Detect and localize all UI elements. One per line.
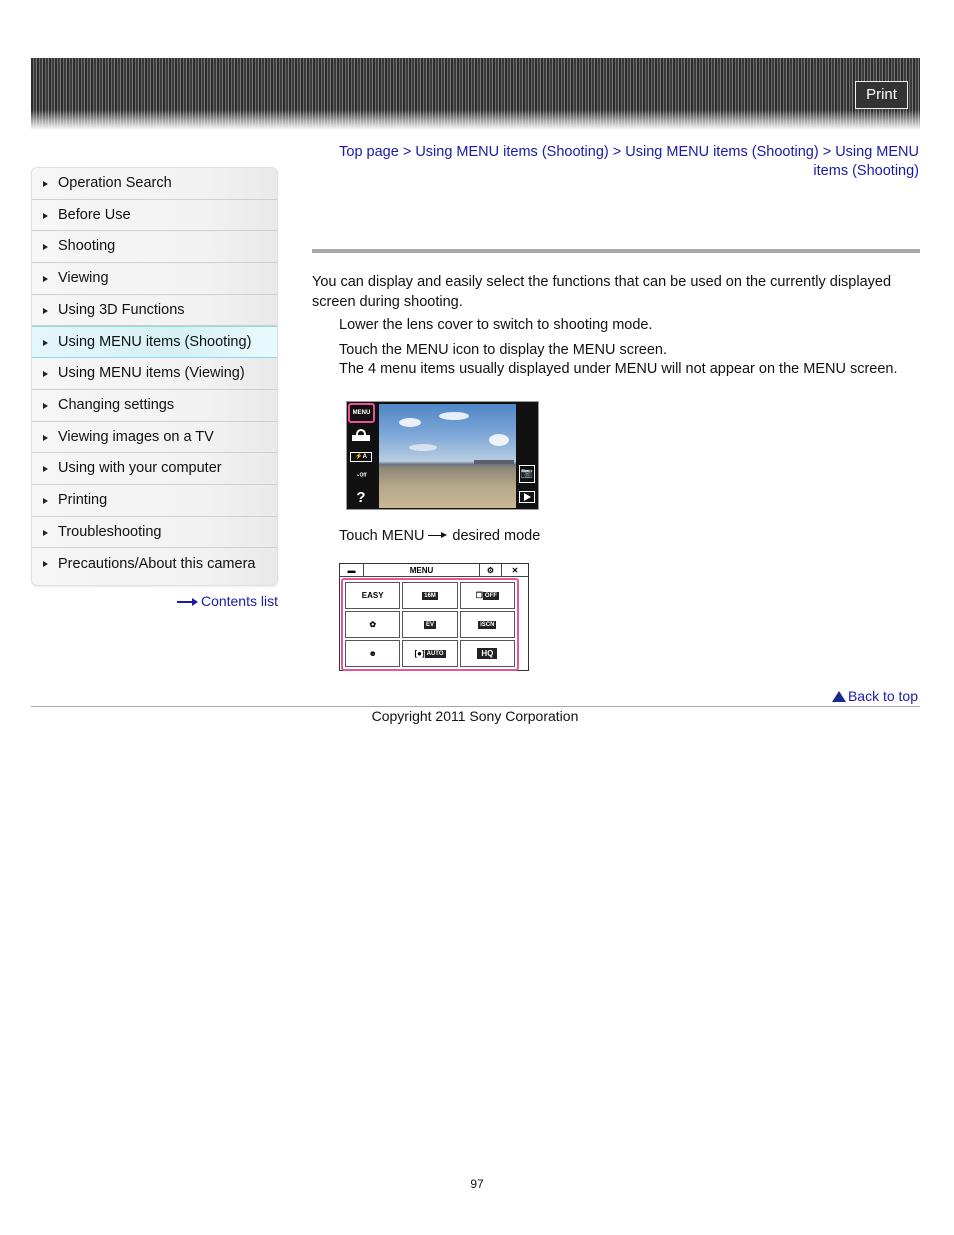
sidebar-item-label: Precautions/About this camera bbox=[58, 556, 256, 573]
step-3-suffix: desired mode bbox=[452, 528, 541, 544]
caret-right-icon bbox=[43, 340, 48, 347]
menu-tile-face-auto: [●] AUTO bbox=[402, 640, 458, 667]
caret-right-icon bbox=[43, 497, 48, 504]
caret-right-icon bbox=[43, 529, 48, 536]
triangle-up-icon bbox=[831, 691, 846, 702]
footer-divider bbox=[31, 706, 920, 707]
caret-right-icon bbox=[43, 181, 48, 187]
menu-screen-topbar: ▬ MENU ⚙ ✕ bbox=[340, 564, 528, 577]
menu-tile-burst-off: ❐ OFF bbox=[459, 582, 515, 609]
sidebar-item-using-menu-items-shooting[interactable]: Using MENU items (Shooting) bbox=[32, 326, 277, 359]
camera-screen-illustration: MENU ⚡A ◔ᴼᶠᶠ ? 📷 bbox=[346, 401, 539, 510]
sidebar-item-label: Troubleshooting bbox=[58, 523, 162, 540]
caret-right-icon bbox=[43, 307, 48, 314]
menu-screen-title: MENU bbox=[364, 564, 480, 577]
sidebar-item-label: Using 3D Functions bbox=[58, 301, 185, 318]
left-icon-bar: MENU ⚡A ◔ᴼᶠᶠ ? bbox=[347, 402, 377, 509]
breadcrumb-item-menu-shooting-2[interactable]: Using MENU items (Shooting) bbox=[625, 144, 818, 160]
sidebar-item-label: Operation Search bbox=[58, 175, 172, 191]
back-to-top-label: Back to top bbox=[847, 688, 918, 704]
menu-tile-easy: EASY bbox=[345, 582, 401, 609]
sidebar-item-troubleshooting[interactable]: Troubleshooting bbox=[32, 516, 277, 549]
sidebar-item-label: Before Use bbox=[58, 206, 131, 223]
copyright-text: Copyright 2011 Sony Corporation bbox=[371, 708, 579, 724]
caret-right-icon bbox=[43, 244, 48, 251]
menu-tile-ev: EV bbox=[402, 611, 458, 638]
sidebar-item-viewing[interactable]: Viewing bbox=[32, 263, 277, 295]
menu-tile-grid: EASY 16M ❐ OFF ✿ EV iSCN ☻ [●] AUTO HQ bbox=[341, 578, 519, 671]
title-divider bbox=[312, 249, 920, 253]
back-to-top-link[interactable]: Back to top bbox=[831, 688, 918, 704]
menu-tile-hq: HQ bbox=[459, 640, 515, 667]
step-3-prefix: Touch MENU bbox=[339, 528, 425, 544]
sidebar-item-using-with-your-computer[interactable]: Using with your computer bbox=[32, 453, 277, 485]
sidebar-item-label: Using MENU items (Shooting) bbox=[58, 334, 252, 351]
menu-screen-illustration: ▬ MENU ⚙ ✕ EASY 16M ❐ OFF ✿ EV iSCN ☻ [●]… bbox=[339, 563, 529, 671]
sidebar-item-using-3d-functions[interactable]: Using 3D Functions bbox=[32, 294, 277, 327]
caret-right-icon bbox=[43, 212, 48, 219]
sidebar-item-shooting[interactable]: Shooting bbox=[32, 231, 277, 264]
settings-gear-icon: ⚙ bbox=[480, 564, 502, 577]
breadcrumb-separator: > bbox=[612, 144, 622, 160]
sidebar-item-label: Viewing images on a TV bbox=[58, 428, 214, 445]
toolbox-icon: ▬ bbox=[340, 564, 364, 577]
close-icon: ✕ bbox=[511, 566, 519, 575]
caret-right-icon bbox=[43, 402, 48, 409]
menu-tile-iscn: iSCN bbox=[459, 611, 515, 638]
self-timer-off-icon: ◔ᴼᶠᶠ bbox=[355, 473, 367, 480]
sidebar-item-before-use[interactable]: Before Use bbox=[32, 199, 277, 232]
right-icon-bar: 📷 bbox=[516, 402, 538, 509]
help-icon: ? bbox=[356, 489, 366, 506]
step-1-text: Lower the lens cover to switch to shooti… bbox=[339, 317, 653, 333]
breadcrumb: Top page > Using MENU items (Shooting) >… bbox=[312, 143, 919, 181]
flash-auto-icon: ⚡A bbox=[350, 452, 372, 462]
header-banner: Print bbox=[31, 58, 920, 130]
sidebar-item-label: Printing bbox=[58, 491, 108, 508]
contents-list-label: Contents list bbox=[200, 593, 278, 609]
contents-list-link[interactable]: Contents list bbox=[176, 593, 278, 609]
sidebar-item-label: Shooting bbox=[58, 238, 116, 255]
menu-tile-smile-icon: ☻ bbox=[345, 640, 401, 667]
beach-scene-image bbox=[379, 404, 518, 508]
breadcrumb-separator: > bbox=[822, 144, 832, 160]
sidebar-item-viewing-images-on-a-tv[interactable]: Viewing images on a TV bbox=[32, 421, 277, 454]
menu-tile-macro-icon: ✿ bbox=[345, 611, 401, 638]
print-button[interactable]: Print bbox=[855, 81, 908, 109]
sidebar-item-changing-settings[interactable]: Changing settings bbox=[32, 389, 277, 422]
playback-icon bbox=[519, 491, 535, 503]
caret-right-icon bbox=[43, 371, 48, 378]
step-2-note: The 4 menu items usually displayed under… bbox=[339, 361, 898, 377]
iso-icon bbox=[350, 429, 372, 443]
caret-right-icon bbox=[43, 276, 48, 283]
sidebar-item-label: Changing settings bbox=[58, 396, 175, 413]
sidebar-item-printing[interactable]: Printing bbox=[32, 484, 277, 517]
step-2-text: Touch the MENU icon to display the MENU … bbox=[339, 342, 667, 358]
caret-right-icon bbox=[43, 434, 48, 441]
caret-right-icon bbox=[43, 561, 48, 568]
arrow-right-icon bbox=[428, 531, 448, 541]
sidebar-item-operation-search[interactable]: Operation Search bbox=[32, 168, 277, 200]
sidebar-item-label: Using MENU items (Viewing) bbox=[58, 365, 245, 382]
shooting-mode-icon: 📷 bbox=[519, 465, 535, 483]
caret-right-icon bbox=[43, 466, 48, 473]
breadcrumb-item-menu-shooting-1[interactable]: Using MENU items (Shooting) bbox=[415, 144, 608, 160]
menu-tile-image-size: 16M bbox=[402, 582, 458, 609]
sidebar-item-label: Viewing bbox=[58, 270, 109, 287]
breadcrumb-separator: > bbox=[402, 144, 412, 160]
sidebar-item-precautions-about-this-camera[interactable]: Precautions/About this camera bbox=[32, 548, 277, 586]
sidebar-item-using-menu-items-viewing[interactable]: Using MENU items (Viewing) bbox=[32, 358, 277, 390]
arrow-right-icon bbox=[176, 597, 199, 607]
step-3-text: Touch MENU desired mode bbox=[339, 527, 540, 547]
menu-icon-highlighted: MENU bbox=[348, 403, 375, 423]
sidebar-nav: Operation Search Before Use Shooting Viewin… bbox=[31, 167, 278, 587]
breadcrumb-item-top-page[interactable]: Top page bbox=[339, 144, 399, 160]
page-number: 97 bbox=[470, 1177, 484, 1191]
intro-text: You can display and easily select the fu… bbox=[312, 274, 892, 310]
sidebar-item-label: Using with your computer bbox=[58, 460, 222, 477]
